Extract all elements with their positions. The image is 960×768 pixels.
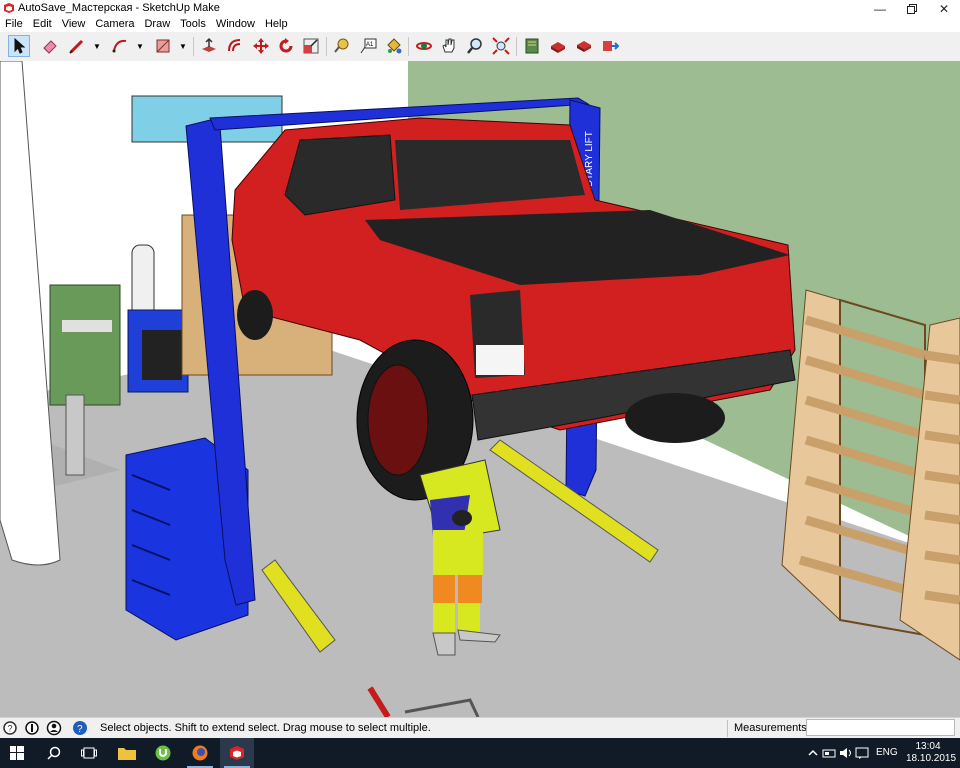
toolbar-separator xyxy=(193,37,194,56)
menu-help[interactable]: Help xyxy=(260,17,293,32)
pencil-dropdown-icon[interactable]: ▼ xyxy=(92,35,102,57)
menu-bar: File Edit View Camera Draw Tools Window … xyxy=(0,17,960,32)
pencil-line-tool-icon[interactable] xyxy=(66,35,88,57)
menu-view[interactable]: View xyxy=(57,17,91,32)
firefox-icon[interactable] xyxy=(183,738,217,768)
sketchup-icon[interactable] xyxy=(220,738,254,768)
clock-date: 18.10.2015 xyxy=(906,753,957,764)
file-explorer-icon[interactable] xyxy=(110,738,144,768)
action-center-icon[interactable] xyxy=(855,746,869,760)
search-icon[interactable] xyxy=(37,738,71,768)
svg-text:?: ? xyxy=(77,724,83,735)
svg-text:A1: A1 xyxy=(366,42,374,48)
zoom-extents-tool-icon[interactable] xyxy=(490,35,512,57)
toolbar-separator xyxy=(516,37,517,56)
start-icon[interactable] xyxy=(0,738,34,768)
utorrent-icon[interactable] xyxy=(146,738,180,768)
lathe-machine xyxy=(49,284,121,406)
tray-app-icon[interactable] xyxy=(822,746,836,760)
windows-taskbar: ENG 13:04 18.10.2015 xyxy=(0,738,960,768)
show-hidden-icons-icon[interactable] xyxy=(806,746,820,760)
volume-icon[interactable] xyxy=(839,746,853,760)
window-controls: — ✕ xyxy=(864,0,960,17)
task-view-icon[interactable] xyxy=(72,738,106,768)
truck-side-windows xyxy=(284,134,396,216)
shapes-tool-icon[interactable] xyxy=(152,35,174,57)
toolbar-separator xyxy=(408,37,409,56)
rotate-tool-icon[interactable] xyxy=(275,35,297,57)
scale-tool-icon[interactable] xyxy=(300,35,322,57)
menu-tools[interactable]: Tools xyxy=(175,17,211,32)
wheel-rear xyxy=(625,393,725,443)
scene-3d: ROTARY LIFT xyxy=(0,61,960,717)
system-clock[interactable]: 13:04 18.10.2015 xyxy=(906,741,957,765)
offset-tool-icon[interactable] xyxy=(224,35,246,57)
measurements-input[interactable] xyxy=(806,719,955,736)
user-account-icon[interactable] xyxy=(46,720,62,736)
menu-edit[interactable]: Edit xyxy=(28,17,57,32)
instructor-help-icon[interactable]: ? xyxy=(72,720,88,736)
tape-measure-tool-icon[interactable] xyxy=(331,35,353,57)
window-title: AutoSave_Мастерская - SketchUp Make xyxy=(18,2,220,14)
select-tool-icon[interactable] xyxy=(8,35,30,57)
measurements-label: Measurements xyxy=(734,722,807,734)
warehouse-icon[interactable] xyxy=(521,35,543,57)
restore-icon[interactable] xyxy=(896,0,928,17)
menu-draw[interactable]: Draw xyxy=(139,17,175,32)
menu-window[interactable]: Window xyxy=(211,17,260,32)
orbit-tool-icon[interactable] xyxy=(413,35,435,57)
input-language[interactable]: ENG xyxy=(876,747,898,758)
sketchup-app-icon xyxy=(4,3,14,13)
push-pull-tool-icon[interactable] xyxy=(198,35,220,57)
model-viewport[interactable]: ROTARY LIFT xyxy=(0,61,960,717)
status-hint-text: Select objects. Shift to extend select. … xyxy=(100,722,431,734)
large-tool-set-toolbar: ▼ ▼ ▼ A1 xyxy=(0,32,960,62)
title-bar: AutoSave_Мастерская - SketchUp Make — ✕ xyxy=(0,0,960,17)
move-tool-icon[interactable] xyxy=(250,35,272,57)
extension-warehouse-icon[interactable] xyxy=(599,35,621,57)
get-models-icon[interactable] xyxy=(547,35,569,57)
menu-file[interactable]: File xyxy=(0,17,28,32)
eraser-tool-icon[interactable] xyxy=(39,35,61,57)
text-tool-icon[interactable]: A1 xyxy=(357,35,379,57)
close-icon[interactable]: ✕ xyxy=(928,0,960,17)
status-separator xyxy=(727,720,728,737)
menu-camera[interactable]: Camera xyxy=(90,17,139,32)
shapes-dropdown-icon[interactable]: ▼ xyxy=(178,35,188,57)
clock-time: 13:04 xyxy=(915,741,941,752)
arc-tool-icon[interactable] xyxy=(109,35,131,57)
credits-icon[interactable] xyxy=(24,720,40,736)
toolbar-separator xyxy=(326,37,327,56)
paint-bucket-tool-icon[interactable] xyxy=(383,35,405,57)
minimize-icon[interactable]: — xyxy=(864,0,896,17)
svg-text:?: ? xyxy=(8,724,13,734)
zoom-tool-icon[interactable] xyxy=(464,35,486,57)
share-model-icon[interactable] xyxy=(573,35,595,57)
arc-dropdown-icon[interactable]: ▼ xyxy=(135,35,145,57)
geo-location-icon[interactable]: ? xyxy=(2,720,18,736)
status-bar: ? ? Select objects. Shift to extend sele… xyxy=(0,717,960,739)
pan-tool-icon[interactable] xyxy=(438,35,460,57)
